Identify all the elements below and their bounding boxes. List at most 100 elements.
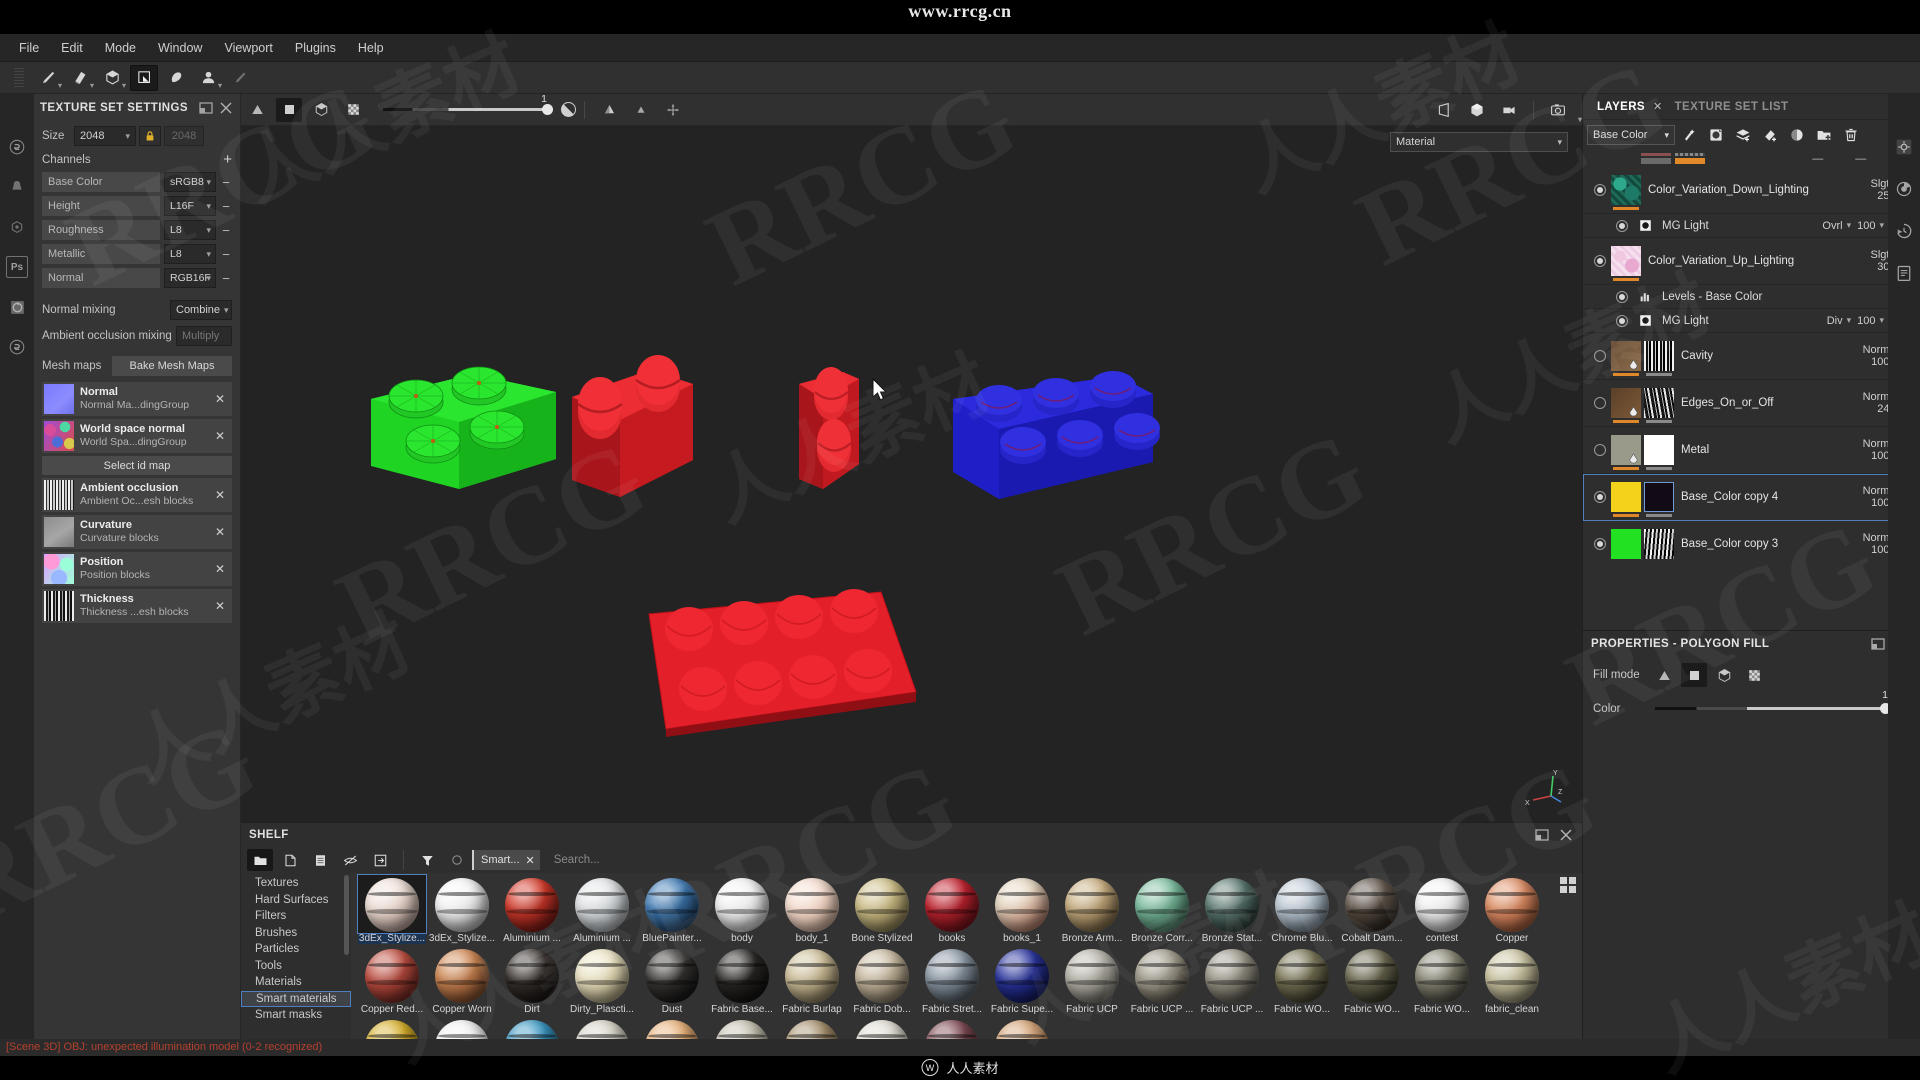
hide-eye-icon[interactable] (337, 849, 363, 871)
shelf-asset[interactable]: fabric_clean (1478, 946, 1546, 1015)
shelf-asset[interactable]: Fabric WO... (1338, 946, 1406, 1015)
mesh-map-world-space-normal[interactable]: World space normal World Spa...dingGroup… (42, 419, 232, 453)
grid-view-toggle-icon[interactable] (1560, 877, 1576, 893)
shelf-asset[interactable] (988, 1017, 1056, 1040)
ao-mixing-select[interactable]: Multiply (176, 326, 232, 346)
undock-icon[interactable] (1534, 827, 1550, 843)
shelf-asset[interactable]: contest (1408, 875, 1476, 944)
chevron-down-icon[interactable]: ▾ (122, 81, 126, 90)
layer-row[interactable]: CavityNorm▾100▾ (1583, 333, 1904, 380)
axis-gizmo[interactable]: X Y Z (1523, 766, 1565, 808)
chevron-down-icon[interactable]: ▾ (1847, 220, 1852, 231)
layer-content-thumbnail[interactable] (1611, 529, 1641, 559)
red-brick-2x2[interactable] (558, 342, 718, 517)
substance-icon[interactable] (6, 136, 28, 158)
color-slider[interactable]: 1 (1655, 689, 1910, 716)
shelf-asset[interactable] (708, 1017, 776, 1040)
shelf-asset[interactable]: Cobalt Dam... (1338, 875, 1406, 944)
shelf-asset[interactable]: Fabric Supe... (988, 946, 1056, 1015)
add-fill-layer-icon[interactable] (1729, 123, 1756, 147)
shelf-nav-tools[interactable]: Tools (241, 958, 351, 975)
select-id-map-button[interactable]: Select id map (42, 456, 232, 475)
clone-stamp-tool[interactable]: ▾ (194, 65, 222, 91)
menu-edit[interactable]: Edit (50, 37, 94, 59)
layer-visibility-toggle[interactable] (1589, 350, 1611, 362)
shelf-nav-filters[interactable]: Filters (241, 908, 351, 925)
effect-opacity[interactable]: 100 (1857, 220, 1875, 232)
mesh-map-curvature[interactable]: Curvature Curvature blocks ✕ (42, 515, 232, 549)
folder-icon[interactable] (247, 849, 273, 871)
shelf-asset[interactable]: Fabric UCP (1058, 946, 1126, 1015)
smudge-tool[interactable] (226, 65, 254, 91)
bell-icon[interactable] (6, 176, 28, 198)
normal-mixing-select[interactable]: Combine ▾ (170, 300, 232, 320)
shelf-nav-textures[interactable]: Textures (241, 875, 351, 892)
mesh-map-normal[interactable]: Normal Normal Ma...dingGroup ✕ (42, 382, 232, 416)
shelf-asset[interactable]: Bronze Arm... (1058, 875, 1126, 944)
effect-visibility-toggle[interactable] (1611, 314, 1633, 327)
shelf-asset[interactable]: Dirty_Plascti... (568, 946, 636, 1015)
shelf-nav-particles[interactable]: Particles (241, 941, 351, 958)
size-lock-button[interactable] (139, 126, 161, 146)
shelf-asset[interactable] (778, 1017, 846, 1040)
red-brick-1x2[interactable] (781, 339, 871, 514)
layer-content-thumbnail[interactable] (1611, 482, 1641, 517)
new-document-icon[interactable] (277, 849, 303, 871)
channel-format-select[interactable]: L16F ▾ (164, 196, 216, 216)
effect-visibility-toggle[interactable] (1611, 219, 1633, 232)
shelf-asset[interactable]: books (918, 875, 986, 944)
display-settings-icon[interactable] (1893, 178, 1915, 200)
size-select[interactable]: 2048 ▾ (74, 126, 136, 146)
shelf-asset[interactable] (428, 1017, 496, 1040)
chevron-down-icon[interactable]: ▾ (218, 81, 222, 90)
layer-visibility-toggle[interactable] (1589, 184, 1611, 196)
layer-visibility-toggle[interactable] (1589, 444, 1611, 456)
channel-name[interactable]: Height (42, 196, 160, 216)
add-paint-layer-icon[interactable] (1756, 123, 1783, 147)
shelf-nav-smart-masks[interactable]: Smart masks (241, 1007, 351, 1024)
shelf-asset[interactable]: Aluminium ... (568, 875, 636, 944)
shelf-asset[interactable]: Copper Worn (428, 946, 496, 1015)
layer-row[interactable]: Edges_On_or_OffNorm▾24▾ (1583, 380, 1904, 427)
eraser-tool[interactable]: ▾ (66, 65, 94, 91)
layer-content-thumbnail[interactable] (1611, 388, 1641, 423)
shelf-asset[interactable] (848, 1017, 916, 1040)
channel-format-select[interactable]: sRGB8 ▾ (164, 172, 216, 192)
color-picker-icon[interactable] (561, 102, 576, 117)
channel-name[interactable]: Roughness (42, 220, 160, 240)
add-channel-button[interactable]: + (223, 152, 232, 167)
close-icon[interactable]: ✕ (210, 599, 230, 613)
effect-blend-mode[interactable]: Div (1827, 315, 1843, 327)
close-icon[interactable]: ✕ (1653, 100, 1663, 113)
menu-file[interactable]: File (8, 37, 50, 59)
close-icon[interactable]: ✕ (210, 562, 230, 576)
layer-visibility-toggle[interactable] (1589, 491, 1611, 503)
photoshop-icon[interactable]: Ps (6, 256, 28, 278)
triangle-fill-mode-button[interactable] (244, 98, 270, 122)
shelf-asset[interactable]: Dirt (498, 946, 566, 1015)
polygon-fill-button[interactable] (1681, 663, 1707, 687)
layer-visibility-toggle[interactable] (1589, 538, 1611, 550)
list-icon[interactable] (307, 849, 333, 871)
effect-blend-mode[interactable]: Ovrl (1822, 220, 1842, 232)
toolbar-drag-handle[interactable] (14, 67, 24, 88)
camera-bookmark-icon[interactable]: ▾ (1496, 98, 1582, 124)
layer-visibility-toggle[interactable] (1589, 397, 1611, 409)
menu-mode[interactable]: Mode (94, 37, 147, 59)
funnel-icon[interactable] (414, 849, 440, 871)
log-icon[interactable] (1893, 262, 1915, 284)
remove-channel-button[interactable]: − (220, 223, 232, 238)
layer-effect-row[interactable]: Levels - Base Color✕ (1583, 285, 1904, 309)
move-gizmo-icon[interactable] (660, 98, 686, 122)
shelf-asset[interactable] (918, 1017, 986, 1040)
layer-mask-thumbnail[interactable] (1644, 482, 1674, 517)
menu-window[interactable]: Window (147, 37, 213, 59)
shelf-asset[interactable] (498, 1017, 566, 1040)
chevron-down-icon[interactable]: ▾ (1847, 315, 1852, 326)
layer-mask-thumbnail[interactable] (1644, 435, 1674, 470)
tab-texture-set-list[interactable]: TEXTURE SET LIST (1669, 101, 1795, 113)
chevron-down-icon[interactable]: ▾ (58, 81, 62, 90)
remove-channel-button[interactable]: − (220, 175, 232, 190)
square-fill-mode-button[interactable] (276, 97, 302, 122)
layer-content-thumbnail[interactable] (1611, 246, 1641, 281)
